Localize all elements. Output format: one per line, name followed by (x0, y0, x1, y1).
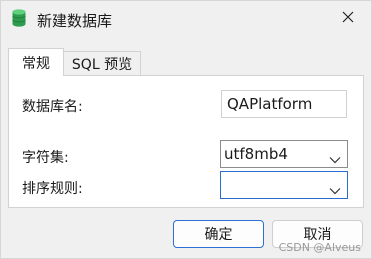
watermark: CSDN @Alveus (278, 241, 361, 254)
charset-select[interactable]: utf8mb4 (220, 140, 348, 168)
title-bar: 新建数据库 (1, 1, 371, 39)
close-icon (342, 11, 354, 27)
charset-label: 字符集: (22, 150, 69, 166)
tab-sql-preview[interactable]: SQL 预览 (63, 51, 141, 76)
new-database-dialog: 新建数据库 常规 SQL 预览 数据库名: QAPlatform 字符集: ut… (0, 0, 372, 259)
close-button[interactable] (325, 1, 371, 37)
collation-label: 排序规则: (22, 181, 83, 197)
db-name-input[interactable]: QAPlatform (221, 90, 347, 118)
tab-general[interactable]: 常规 (8, 48, 64, 76)
collation-select[interactable] (220, 171, 348, 199)
ok-button[interactable]: 确定 (173, 220, 264, 248)
charset-value: utf8mb4 (224, 145, 288, 163)
window-title: 新建数据库 (37, 12, 113, 30)
db-name-label: 数据库名: (22, 99, 83, 115)
chevron-down-icon (329, 150, 341, 164)
chevron-down-icon (329, 181, 341, 195)
database-icon (12, 9, 26, 27)
